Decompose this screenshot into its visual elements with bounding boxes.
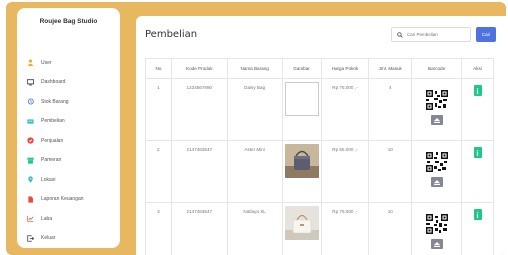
cell-barcode — [411, 140, 463, 203]
eject-icon — [433, 117, 440, 123]
badge-icon — [26, 137, 34, 145]
sidebar-item-laporan-keuangan[interactable]: Laporan Keuangan — [26, 190, 116, 210]
page-title: Pembelian — [145, 29, 198, 40]
history-icon — [26, 98, 34, 106]
sidebar-item-label: Pembelian — [41, 118, 65, 125]
info-icon — [476, 149, 479, 156]
sidebar-item-lokasi[interactable]: Lokasi — [26, 170, 116, 190]
column-header: Jml. Masuk — [368, 58, 413, 79]
info-icon — [476, 87, 479, 94]
cell-harga: Rp 75.000 ,- — [320, 78, 370, 141]
cell-aksi — [461, 140, 494, 203]
cell-harga: Rp 65.000 ,- — [320, 140, 370, 203]
column-header: Barcode — [411, 58, 463, 79]
sidebar-item-label: User — [41, 59, 52, 66]
cart-icon — [26, 117, 34, 125]
download-barcode-button[interactable] — [430, 239, 443, 249]
sidebar-item-laba[interactable]: Laba — [26, 209, 116, 229]
search-icon — [397, 31, 403, 38]
sidebar-menu: User Dashboard Stok Barang Pembelian Pen… — [26, 53, 116, 248]
table-row: 3 2147483647 Natlaya XL Rp 75.000 ,- 10 — [145, 202, 494, 255]
cell-gambar — [281, 202, 322, 255]
table-row: 2 2147483647 Aster Mini Rp 65.000 ,- 10 — [145, 140, 494, 203]
column-header: Nama Barang — [226, 58, 283, 79]
cell-no: 1 — [145, 78, 172, 141]
eject-icon — [433, 241, 440, 247]
cell-aksi — [461, 78, 494, 141]
sidebar-item-penjualan[interactable]: Penjualan — [26, 131, 116, 151]
main-panel: Pembelian Cari No Kode Produk Nama Baran… — [136, 16, 506, 255]
cell-no: 3 — [145, 202, 172, 255]
sidebar-item-user[interactable]: User — [26, 53, 116, 73]
cell-jumlah: 10 — [368, 140, 413, 203]
cell-kode: 1234567890 — [170, 78, 228, 141]
cell-harga: Rp 75.000 ,- — [320, 202, 370, 255]
column-header: Gambar — [281, 58, 322, 79]
cell-no: 2 — [145, 140, 172, 203]
cell-nama: Aster Mini — [226, 140, 283, 203]
cell-kode: 2147483647 — [170, 140, 228, 203]
info-button[interactable] — [473, 147, 482, 158]
map-pin-icon — [26, 176, 34, 184]
download-barcode-button[interactable] — [430, 115, 443, 125]
cell-gambar — [281, 140, 322, 203]
cell-barcode — [411, 78, 463, 141]
sidebar-item-stok-barang[interactable]: Stok Barang — [26, 92, 116, 112]
cell-jumlah: 4 — [368, 78, 413, 141]
sidebar-item-label: Pameran — [41, 157, 62, 164]
sidebar-item-label: Keluar — [41, 235, 56, 242]
qr-code-image — [423, 151, 450, 173]
search-field[interactable] — [391, 27, 471, 42]
purchase-table: No Kode Produk Nama Barang Gambar Harga … — [145, 58, 494, 255]
brand-title: Roujee Bag Studio — [39, 18, 98, 25]
file-icon — [26, 195, 34, 203]
search-input[interactable] — [407, 32, 467, 37]
sidebar: Roujee Bag Studio User Dashboard Stok Ba… — [17, 8, 120, 248]
info-button[interactable] — [473, 209, 482, 220]
cell-gambar — [281, 78, 322, 141]
store-icon — [26, 156, 34, 164]
info-button[interactable] — [473, 85, 482, 96]
qr-code-image — [423, 213, 450, 235]
sidebar-item-label: Dashboard — [41, 79, 66, 86]
sidebar-item-pameran[interactable]: Pameran — [26, 151, 116, 171]
sidebar-item-pembelian[interactable]: Pembelian — [26, 112, 116, 132]
product-image — [284, 206, 319, 240]
sidebar-item-dashboard[interactable]: Dashboard — [26, 73, 116, 93]
app-frame: Roujee Bag Studio User Dashboard Stok Ba… — [6, 2, 506, 255]
cell-aksi — [461, 202, 494, 255]
column-header: Aksi — [461, 58, 494, 79]
cell-nama: Natlaya XL — [226, 202, 283, 255]
table-row: 1 1234567890 Daisy Bag Rp 75.000 ,- 4 — [145, 78, 494, 141]
table-header-row: No Kode Produk Nama Barang Gambar Harga … — [145, 58, 494, 79]
monitor-icon — [26, 78, 34, 86]
product-image — [284, 144, 319, 178]
cell-barcode — [411, 202, 463, 255]
column-header: Kode Produk — [170, 58, 228, 79]
sidebar-item-label: Penjualan — [41, 137, 64, 144]
chart-icon — [26, 215, 34, 223]
cell-kode: 2147483647 — [170, 202, 228, 255]
sidebar-item-label: Stok Barang — [41, 98, 69, 105]
cell-jumlah: 10 — [368, 202, 413, 255]
search-button[interactable]: Cari — [476, 27, 496, 42]
logout-icon — [26, 234, 34, 242]
sidebar-item-label: Lokasi — [41, 176, 56, 183]
column-header: No — [145, 58, 172, 79]
sidebar-item-label: Laba — [41, 215, 53, 222]
column-header: Harga Pokok — [320, 58, 370, 79]
eject-icon — [433, 179, 440, 185]
qr-code-image — [423, 89, 450, 111]
product-image-placeholder — [284, 82, 319, 116]
info-icon — [476, 211, 479, 218]
sidebar-item-label: Laporan Keuangan — [41, 196, 84, 203]
user-icon — [26, 59, 34, 67]
sidebar-item-keluar[interactable]: Keluar — [26, 229, 116, 249]
download-barcode-button[interactable] — [430, 177, 443, 187]
cell-nama: Daisy Bag — [226, 78, 283, 141]
